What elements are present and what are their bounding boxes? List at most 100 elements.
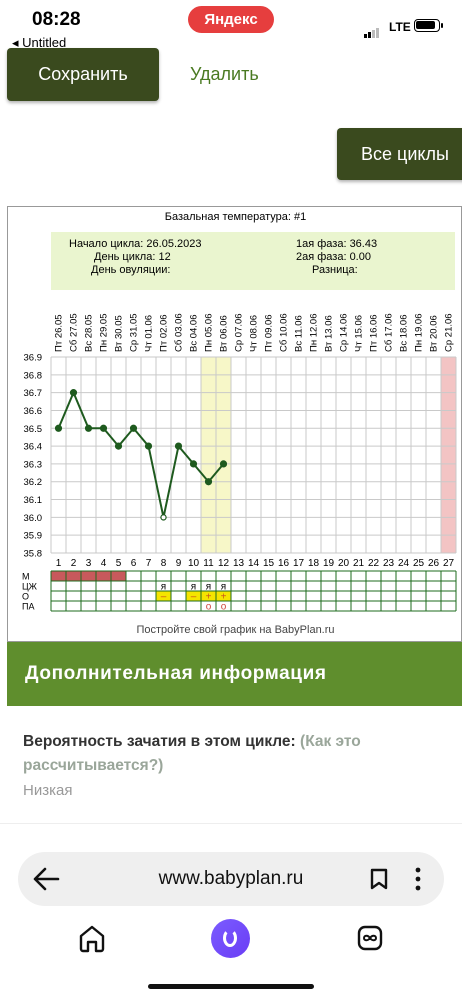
day-number: 18 xyxy=(308,558,320,569)
date-tick-label: Вт 30.05 xyxy=(114,315,125,352)
conception-probability: Вероятность зачатия в этом цикле: (Как э… xyxy=(23,730,443,778)
divider xyxy=(0,823,462,824)
day-number: 27 xyxy=(443,558,455,569)
date-tick-label: Пн 12.06 xyxy=(309,314,320,353)
day-number: 9 xyxy=(176,558,182,569)
probability-label: Вероятность зачатия в этом цикле: xyxy=(23,733,296,750)
menstruation-cell xyxy=(51,571,66,581)
ovulation-mark: – xyxy=(161,592,167,603)
day-number: 24 xyxy=(398,558,410,569)
y-tick-label: 36.9 xyxy=(24,353,43,364)
day-number: 8 xyxy=(161,558,167,569)
bookmark-icon[interactable] xyxy=(370,868,388,890)
chart-plot: 36.9 36.8 36.7 36.6 36.5 36.4 36.3 36.2 36.1 36.0… xyxy=(22,313,457,613)
menstruation-cell xyxy=(111,571,126,581)
day-number: 6 xyxy=(131,558,137,569)
date-tick-label: Сб 10.06 xyxy=(279,313,290,352)
y-tick-label: 36.1 xyxy=(24,495,43,506)
home-indicator xyxy=(148,984,314,989)
day-number: 5 xyxy=(116,558,122,569)
date-tick-label: Пн 19.06 xyxy=(414,314,425,353)
day-number: 25 xyxy=(413,558,425,569)
date-tick-label: Вс 18.06 xyxy=(399,315,410,353)
home-icon[interactable] xyxy=(77,923,107,953)
date-tick-label: Вт 13.06 xyxy=(324,315,335,352)
date-tick-label: Пт 09.06 xyxy=(264,314,275,352)
day-number: 17 xyxy=(293,558,305,569)
battery-icon xyxy=(414,19,443,32)
address-bar[interactable]: www.babyplan.ru xyxy=(18,852,444,906)
date-tick-label: Чт 08.06 xyxy=(249,315,260,352)
date-tick-label: Пт 02.06 xyxy=(159,314,170,352)
day-number: 21 xyxy=(353,558,365,569)
network-label: LTE xyxy=(389,20,411,34)
signal-icon xyxy=(364,20,380,38)
temperature-point xyxy=(114,442,123,450)
all-cycles-button[interactable]: Все циклы xyxy=(337,128,462,180)
date-tick-label: Вс 11.06 xyxy=(294,315,305,352)
temperature-point xyxy=(144,442,153,450)
ovulation-mark: – xyxy=(191,592,197,603)
y-tick-label: 36.3 xyxy=(24,459,43,470)
day-number: 16 xyxy=(278,558,290,569)
pa-mark: o xyxy=(206,602,212,613)
day-number: 19 xyxy=(323,558,335,569)
menstruation-cell xyxy=(66,571,81,581)
more-icon[interactable] xyxy=(414,866,422,892)
row-label: М xyxy=(22,572,30,582)
end-day-highlight xyxy=(441,357,456,553)
temperature-point xyxy=(174,442,183,450)
day-number: 1 xyxy=(56,558,62,569)
date-tick-label: Пт 26.05 xyxy=(54,314,65,352)
y-tick-label: 36.7 xyxy=(24,388,43,399)
date-tick-label: Ср 21.06 xyxy=(444,313,455,352)
probability-value: Низкая xyxy=(23,782,73,799)
row-label: ПА xyxy=(22,602,34,612)
date-tick-label: Вс 04.06 xyxy=(189,315,200,353)
day-number: 3 xyxy=(86,558,92,569)
date-tick-label: Сб 03.06 xyxy=(174,313,185,352)
status-bar: 08:28 ◂ Untitled Яндекс LTE xyxy=(0,0,462,52)
save-button[interactable]: Сохранить xyxy=(7,48,159,101)
y-tick-label: 36.2 xyxy=(24,477,43,488)
date-tick-label: Чт 15.06 xyxy=(354,315,365,352)
day-number: 12 xyxy=(218,558,230,569)
day-number: 26 xyxy=(428,558,440,569)
temperature-point xyxy=(204,478,213,486)
menstruation-cell xyxy=(96,571,111,581)
temperature-point xyxy=(219,460,228,468)
day-number: 4 xyxy=(101,558,107,569)
day-number: 13 xyxy=(233,558,245,569)
date-tick-label: Вс 28.05 xyxy=(84,315,95,353)
row-label: ЦЖ xyxy=(22,582,38,592)
y-tick-label: 36.8 xyxy=(24,370,43,381)
status-time: 08:28 xyxy=(32,9,81,30)
date-tick-label: Ср 07.06 xyxy=(234,313,245,352)
yandex-pill[interactable]: Яндекс xyxy=(188,6,274,33)
y-tick-label: 36.5 xyxy=(24,424,43,435)
row-label: О xyxy=(22,592,29,602)
alice-icon[interactable] xyxy=(211,919,250,958)
day-number: 14 xyxy=(248,558,260,569)
day-number: 10 xyxy=(188,558,200,569)
date-tick-label: Вт 06.06 xyxy=(219,315,230,352)
y-tick-label: 36.6 xyxy=(24,406,43,417)
day-number: 22 xyxy=(368,558,380,569)
pa-mark: o xyxy=(221,602,227,613)
date-tick-label: Ср 31.05 xyxy=(129,313,140,352)
date-tick-label: Сб 27.05 xyxy=(69,313,80,352)
day-number: 23 xyxy=(383,558,395,569)
chart-footer[interactable]: Постройте свой график на BabyPlan.ru xyxy=(8,624,462,636)
temperature-point xyxy=(129,424,138,432)
date-tick-label: Сб 17.06 xyxy=(384,313,395,352)
tabs-icon[interactable] xyxy=(357,925,383,951)
date-tick-label: Чт 01.06 xyxy=(144,315,155,352)
y-tick-label: 36.4 xyxy=(24,442,43,453)
section-title: Дополнительная информация xyxy=(7,642,462,706)
day-number: 7 xyxy=(146,558,152,569)
bbt-chart: Базальная температура: #1 Начало цикла: … xyxy=(7,206,462,642)
y-tick-label: 35.9 xyxy=(24,531,43,542)
day-number: 15 xyxy=(263,558,275,569)
day-number: 11 xyxy=(203,558,214,569)
delete-button[interactable]: Удалить xyxy=(190,48,259,101)
